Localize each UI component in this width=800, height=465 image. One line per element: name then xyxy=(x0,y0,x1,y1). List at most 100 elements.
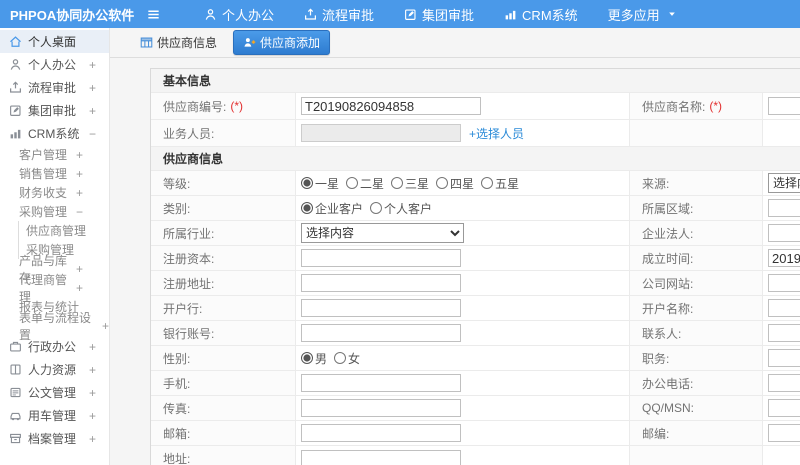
text-input[interactable] xyxy=(768,324,800,342)
sidebar-item-个人办公[interactable]: 个人办公 + xyxy=(0,53,109,76)
expand-toggle-icon[interactable]: + xyxy=(89,81,96,95)
sidebar-item-人力资源[interactable]: 人力资源 + xyxy=(0,358,109,381)
caret-down-icon xyxy=(667,9,677,19)
field-cell: 选择内容 xyxy=(296,221,630,245)
text-input[interactable] xyxy=(768,199,800,217)
expand-toggle-icon[interactable]: + xyxy=(89,409,96,423)
app-logo: PHPOA协同办公软件 xyxy=(10,7,135,23)
expand-toggle-icon[interactable]: + xyxy=(76,262,83,276)
form-section-header: 基本信息 xyxy=(151,69,800,93)
menu-toggle-icon[interactable] xyxy=(146,6,164,22)
expand-toggle-icon[interactable]: + xyxy=(89,363,96,377)
text-input[interactable] xyxy=(768,299,800,317)
person-picker-link[interactable]: +选择人员 xyxy=(469,125,524,142)
text-input[interactable] xyxy=(768,274,800,292)
radio-option-一星[interactable]: 一星 xyxy=(301,175,339,192)
expand-toggle-icon[interactable]: + xyxy=(76,186,83,200)
form-row: 所属行业: 选择内容 企业法人: xyxy=(151,221,800,246)
field-label: 所属行业: xyxy=(151,221,296,245)
sidebar-item-个人桌面[interactable]: 个人桌面 xyxy=(0,30,109,53)
sidebar-item-CRM系统[interactable]: CRM系统 − xyxy=(0,122,109,145)
expand-toggle-icon[interactable]: + xyxy=(89,386,96,400)
field-label-text: 所属行业: xyxy=(163,226,215,241)
text-input[interactable] xyxy=(301,299,461,317)
text-input[interactable] xyxy=(768,249,800,267)
text-input[interactable] xyxy=(301,449,461,465)
radio-input[interactable] xyxy=(370,202,383,214)
expand-toggle-icon[interactable]: + xyxy=(89,432,96,446)
radio-input[interactable] xyxy=(334,352,347,364)
sidebar-item-用车管理[interactable]: 用车管理 + xyxy=(0,404,109,427)
text-input[interactable] xyxy=(768,97,800,115)
sidebar-item-label: 客户管理 xyxy=(19,148,68,162)
radio-input[interactable] xyxy=(301,352,313,364)
radio-input[interactable] xyxy=(301,177,313,189)
text-input[interactable] xyxy=(301,274,461,292)
topnav-item-5[interactable]: 更多应用 xyxy=(608,5,677,24)
select-input[interactable]: 选择内容 xyxy=(301,223,464,243)
radio-option-四星[interactable]: 四星 xyxy=(436,175,474,192)
radio-option-个人客户[interactable]: 个人客户 xyxy=(370,200,432,217)
sidebar-item-集团审批[interactable]: 集团审批 + xyxy=(0,99,109,122)
topnav-item-2[interactable]: 流程审批 xyxy=(304,5,374,24)
text-input[interactable] xyxy=(768,374,800,392)
topnav-item-4[interactable]: CRM系统 xyxy=(504,5,578,24)
expand-toggle-icon[interactable]: + xyxy=(89,340,96,354)
text-input[interactable] xyxy=(768,349,800,367)
sidebar-item-采购管理[interactable]: 采购管理 − xyxy=(0,202,109,221)
expand-toggle-icon[interactable]: − xyxy=(89,127,96,141)
topnav-item-3[interactable]: 集团审批 xyxy=(404,5,474,24)
book-icon xyxy=(9,363,22,376)
text-input[interactable] xyxy=(768,399,800,417)
field-label-text: 邮编: xyxy=(642,426,670,441)
expand-toggle-icon[interactable]: + xyxy=(89,58,96,72)
radio-option-五星[interactable]: 五星 xyxy=(481,175,519,192)
sidebar-item-代理商管理[interactable]: 代理商管理 + xyxy=(0,273,109,304)
text-input[interactable] xyxy=(301,97,481,115)
sidebar-item-流程审批[interactable]: 流程审批 + xyxy=(0,76,109,99)
text-input[interactable] xyxy=(301,249,461,267)
edit-icon xyxy=(9,104,22,117)
text-input[interactable] xyxy=(301,399,461,417)
text-input[interactable] xyxy=(301,374,461,392)
tab-供应商信息[interactable]: 供应商信息 xyxy=(134,31,223,54)
radio-input[interactable] xyxy=(436,177,449,189)
field-label: 邮箱: xyxy=(151,421,296,445)
radio-option-企业客户[interactable]: 企业客户 xyxy=(301,200,363,217)
expand-toggle-icon[interactable]: + xyxy=(89,104,96,118)
radio-option-女[interactable]: 女 xyxy=(334,350,360,367)
radio-input[interactable] xyxy=(391,177,404,189)
sidebar-item-供应商管理[interactable]: 供应商管理 xyxy=(18,221,109,240)
expand-toggle-icon[interactable]: + xyxy=(102,319,109,333)
radio-input[interactable] xyxy=(346,177,359,189)
expand-toggle-icon[interactable]: + xyxy=(76,167,83,181)
sidebar-item-表单与流程设置[interactable]: 表单与流程设置 + xyxy=(0,311,109,342)
sidebar-item-财务收支[interactable]: 财务收支 + xyxy=(0,183,109,202)
tab-bar: 供应商信息 供应商添加 xyxy=(110,28,800,58)
text-input[interactable] xyxy=(301,324,461,342)
text-input[interactable] xyxy=(768,424,800,442)
form-row: 手机: 办公电话: xyxy=(151,371,800,396)
sidebar-item-公文管理[interactable]: 公文管理 + xyxy=(0,381,109,404)
radio-option-三星[interactable]: 三星 xyxy=(391,175,429,192)
select-input[interactable]: 选择内容 xyxy=(768,173,800,193)
sidebar-item-档案管理[interactable]: 档案管理 + xyxy=(0,427,109,450)
radio-option-二星[interactable]: 二星 xyxy=(346,175,384,192)
radio-input[interactable] xyxy=(481,177,494,189)
text-input[interactable] xyxy=(768,224,800,242)
sidebar-item-客户管理[interactable]: 客户管理 + xyxy=(0,145,109,164)
radio-input[interactable] xyxy=(301,202,313,214)
expand-toggle-icon[interactable]: + xyxy=(76,281,83,295)
radio-option-男[interactable]: 男 xyxy=(301,350,327,367)
topnav-item-1[interactable]: 个人办公 xyxy=(204,5,274,24)
field-label-text: 传真: xyxy=(163,401,191,416)
tab-供应商添加[interactable]: 供应商添加 xyxy=(233,30,331,55)
text-input[interactable] xyxy=(301,424,461,442)
sidebar-item-销售管理[interactable]: 销售管理 + xyxy=(0,164,109,183)
text-input[interactable] xyxy=(301,124,461,142)
field-label: 来源: xyxy=(630,171,763,195)
expand-toggle-icon[interactable]: − xyxy=(76,205,83,219)
expand-toggle-icon[interactable]: + xyxy=(76,148,83,162)
person-icon xyxy=(9,58,22,71)
field-label-text: 银行账号: xyxy=(163,326,215,341)
